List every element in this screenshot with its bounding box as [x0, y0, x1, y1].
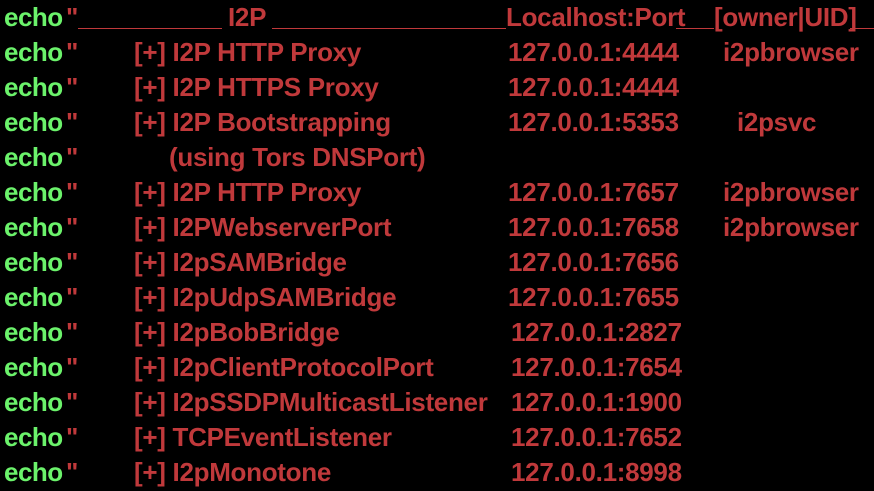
service-name: [+] I2PWebserverPort [134, 212, 392, 242]
service-port: 127.0.0.1:4444 [508, 37, 679, 67]
table-row: echo " [+] I2pMonotone 127.0.0.1:8998 [0, 455, 874, 490]
echo-keyword: echo [4, 2, 63, 32]
header-rule [78, 28, 222, 29]
service-port: 127.0.0.1:7657 [508, 177, 679, 207]
quote-mark: " [66, 177, 79, 207]
quote-mark: " [66, 107, 79, 137]
service-name: [+] TCPEventListener [134, 422, 392, 452]
quote-mark: " [66, 387, 79, 417]
echo-keyword: echo [4, 72, 63, 102]
echo-keyword: echo [4, 37, 63, 67]
echo-keyword: echo [4, 317, 63, 347]
service-name: [+] I2pSSDPMulticastListener [134, 387, 488, 417]
table-row: echo " [+] I2P HTTP Proxy 127.0.0.1:4444… [0, 35, 874, 70]
echo-keyword: echo [4, 212, 63, 242]
quote-mark: " [66, 457, 79, 487]
service-port: 127.0.0.1:7652 [511, 422, 682, 452]
table-row: echo " [+] I2P HTTP Proxy 127.0.0.1:7657… [0, 175, 874, 210]
echo-keyword: echo [4, 107, 63, 137]
table-row: echo " [+] I2pSSDPMulticastListener 127.… [0, 385, 874, 420]
quote-mark: " [66, 282, 79, 312]
quote-mark: " [66, 142, 79, 172]
echo-keyword: echo [4, 387, 63, 417]
service-owner: i2pbrowser [723, 37, 859, 67]
table-row: echo " [+] I2P HTTPS Proxy 127.0.0.1:444… [0, 70, 874, 105]
echo-keyword: echo [4, 177, 63, 207]
quote-mark: " [66, 247, 79, 277]
service-name: [+] I2P HTTPS Proxy [134, 72, 379, 102]
quote-mark: " [66, 352, 79, 382]
quote-mark: " [66, 37, 79, 67]
quote-mark: " [66, 72, 79, 102]
header-title: I2P [228, 2, 267, 32]
terminal-window[interactable]: echo " I2P Localhost:Port [owner|UID] ec… [0, 0, 874, 491]
header-line: echo " I2P Localhost:Port [owner|UID] [0, 0, 874, 35]
table-row: echo " [+] I2pSAMBridge 127.0.0.1:7656 [0, 245, 874, 280]
service-name: [+] I2P HTTP Proxy [134, 177, 362, 207]
table-row: echo " (using Tors DNSPort) [0, 140, 874, 175]
service-name: [+] I2pUdpSAMBridge [134, 282, 397, 312]
table-row: echo " [+] I2pClientProtocolPort 127.0.0… [0, 350, 874, 385]
service-port: 127.0.0.1:5353 [508, 107, 679, 137]
service-name: [+] I2pBobBridge [134, 317, 340, 347]
service-name: [+] I2P HTTP Proxy [134, 37, 362, 67]
quote-mark: " [66, 212, 79, 242]
service-port: 127.0.0.1:4444 [508, 72, 679, 102]
service-port: 127.0.0.1:2827 [511, 317, 682, 347]
service-port: 127.0.0.1:8998 [511, 457, 682, 487]
quote-mark: " [66, 317, 79, 347]
header-owner-uid: [owner|UID] [714, 2, 857, 32]
service-port: 127.0.0.1:1900 [511, 387, 682, 417]
quote-mark: " [66, 2, 79, 32]
header-rule [272, 28, 506, 29]
service-port: 127.0.0.1:7656 [508, 247, 679, 277]
echo-keyword: echo [4, 422, 63, 452]
table-row: echo " [+] I2pUdpSAMBridge 127.0.0.1:765… [0, 280, 874, 315]
echo-keyword: echo [4, 352, 63, 382]
quote-mark: " [66, 422, 79, 452]
echo-keyword: echo [4, 282, 63, 312]
echo-keyword: echo [4, 457, 63, 487]
service-name: (using Tors DNSPort) [169, 142, 426, 172]
service-name: [+] I2P Bootstrapping [134, 107, 391, 137]
service-port: 127.0.0.1:7655 [508, 282, 679, 312]
service-port: 127.0.0.1:7658 [508, 212, 679, 242]
table-row: echo " [+] I2PWebserverPort 127.0.0.1:76… [0, 210, 874, 245]
table-row: echo " [+] I2pBobBridge 127.0.0.1:2827 [0, 315, 874, 350]
table-row: echo " [+] I2P Bootstrapping 127.0.0.1:5… [0, 105, 874, 140]
service-owner: i2psvc [737, 107, 817, 137]
header-localhost-port: Localhost:Port [506, 2, 686, 32]
service-owner: i2pbrowser [723, 177, 859, 207]
service-port: 127.0.0.1:7654 [511, 352, 682, 382]
echo-keyword: echo [4, 247, 63, 277]
header-rule [676, 28, 714, 29]
echo-keyword: echo [4, 142, 63, 172]
service-name: [+] I2pSAMBridge [134, 247, 347, 277]
service-name: [+] I2pMonotone [134, 457, 331, 487]
service-name: [+] I2pClientProtocolPort [134, 352, 434, 382]
header-rule [850, 28, 874, 29]
service-owner: i2pbrowser [723, 212, 859, 242]
table-row: echo " [+] TCPEventListener 127.0.0.1:76… [0, 420, 874, 455]
